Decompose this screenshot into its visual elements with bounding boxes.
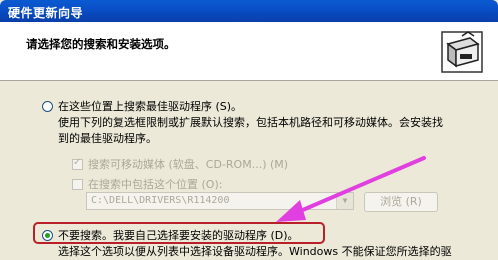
annotation-arrow-icon xyxy=(276,156,426,222)
